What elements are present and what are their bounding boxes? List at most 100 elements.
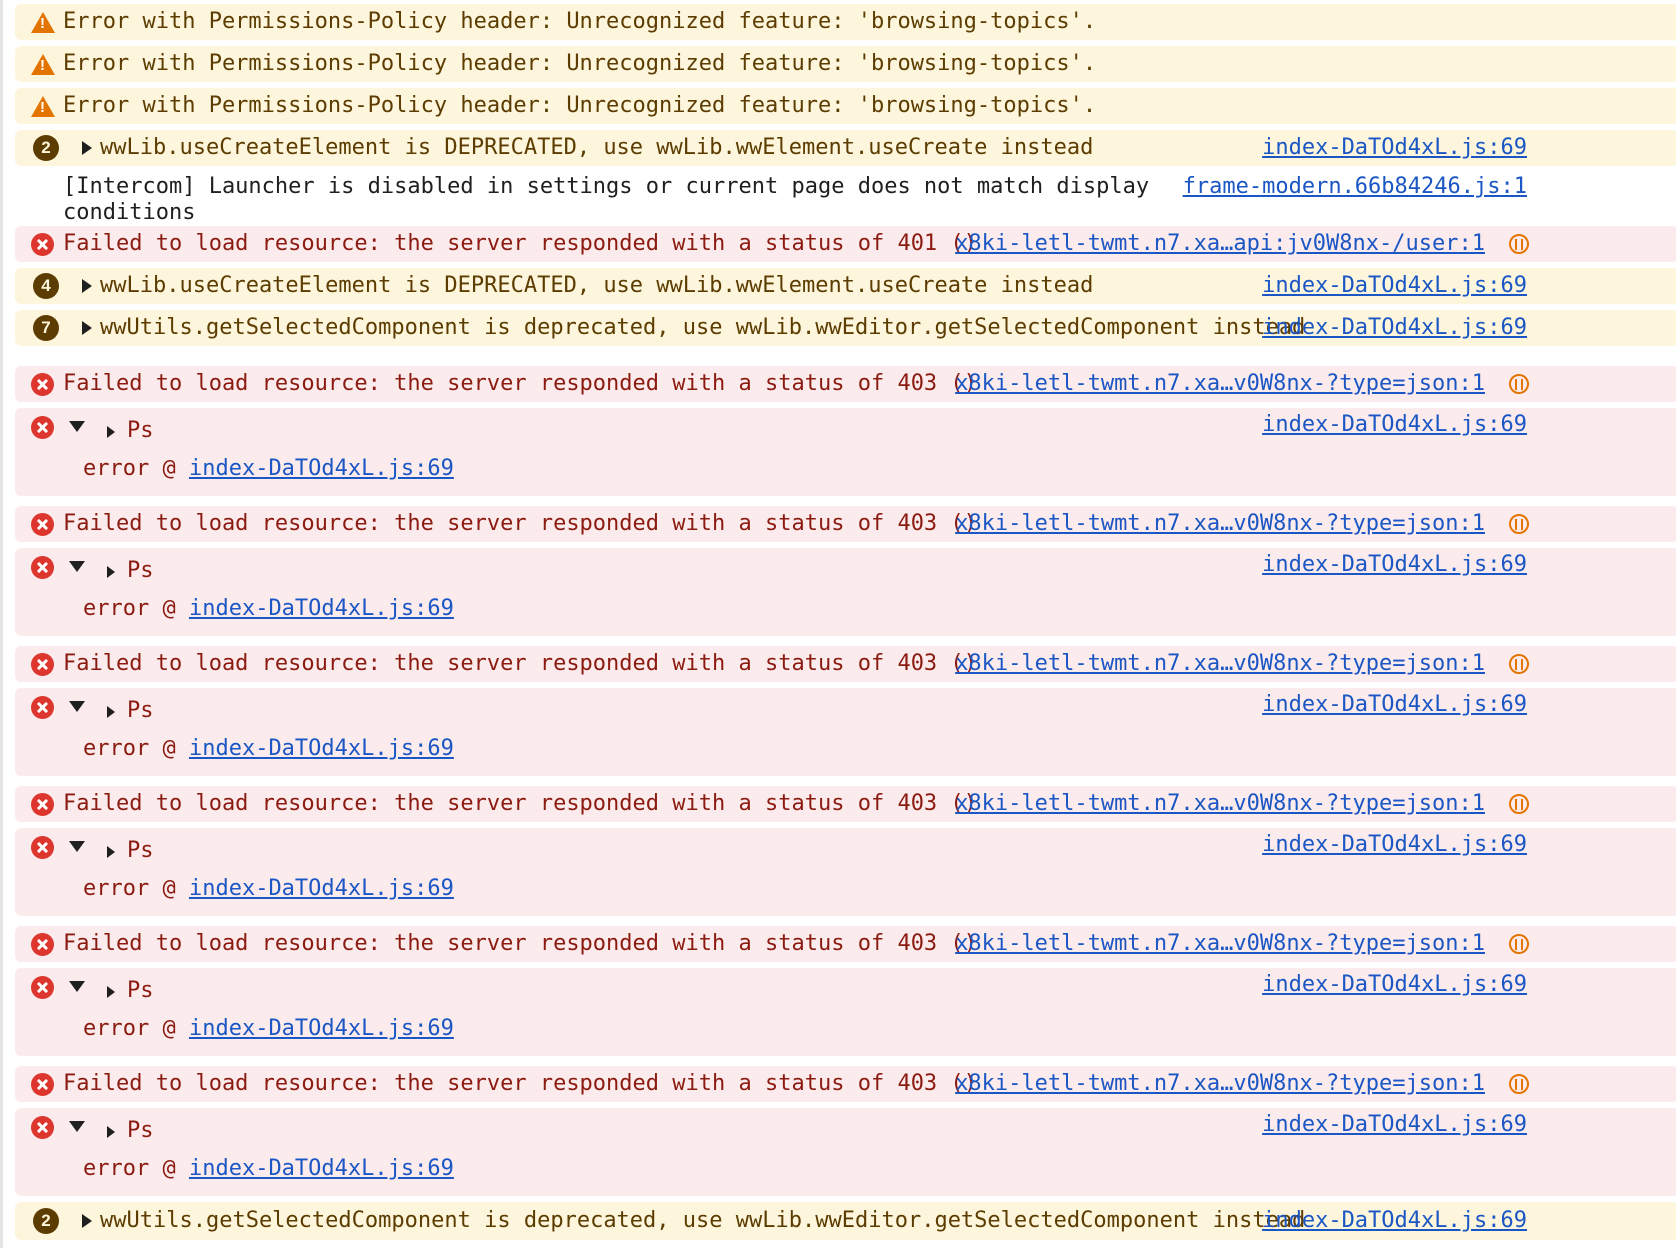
network-request-icon[interactable] [1509, 934, 1529, 954]
source-link[interactable]: index-DaTOd4xL.js:69 [1262, 1208, 1527, 1234]
warning-icon [31, 12, 55, 33]
source-link[interactable]: index-DaTOd4xL.js:69 [1262, 692, 1527, 718]
source-link[interactable]: x8ki-letl-twmt.n7.xa…api:jv0W8nx-/user:1 [955, 231, 1485, 257]
source-link[interactable]: x8ki-letl-twmt.n7.xa…v0W8nx-?type=json:1 [955, 651, 1485, 677]
stack-frame-link[interactable]: index-DaTOd4xL.js:69 [189, 456, 454, 481]
console-warning-group-row[interactable]: 2 wwLib.useCreateElement is DEPRECATED, … [15, 130, 1676, 166]
stack-frame-link[interactable]: index-DaTOd4xL.js:69 [189, 876, 454, 901]
error-message: Failed to load resource: the server resp… [63, 651, 977, 676]
console-error-row: Failed to load resource: the server resp… [15, 366, 1676, 402]
expand-arrow-icon[interactable] [82, 321, 92, 335]
console-error-expanded-row[interactable]: Ps index-DaTOd4xL.js:69 error @ index-Da… [15, 408, 1676, 496]
collapse-arrow-icon[interactable] [69, 1121, 85, 1132]
console-warning-group-row[interactable]: 7 wwUtils.getSelectedComponent is deprec… [15, 310, 1676, 346]
warning-message: wwUtils.getSelectedComponent is deprecat… [100, 315, 1306, 340]
warning-message: wwLib.useCreateElement is DEPRECATED, us… [100, 135, 1094, 160]
expand-object-icon[interactable] [107, 986, 115, 998]
error-icon [31, 836, 54, 859]
console-warning-row: Error with Permissions-Policy header: Un… [15, 46, 1676, 82]
warning-icon [31, 54, 55, 75]
network-request-icon[interactable] [1509, 234, 1529, 254]
collapse-arrow-icon[interactable] [69, 701, 85, 712]
source-link[interactable]: index-DaTOd4xL.js:69 [1262, 315, 1527, 341]
stack-frame-function: error @ [83, 596, 189, 621]
stack-frame-function: error @ [83, 876, 189, 901]
stack-frame-function: error @ [83, 1156, 189, 1181]
stack-frame: error @ index-DaTOd4xL.js:69 [83, 596, 454, 622]
expand-arrow-icon[interactable] [82, 141, 92, 155]
network-request-icon[interactable] [1509, 514, 1529, 534]
source-link[interactable]: x8ki-letl-twmt.n7.xa…v0W8nx-?type=json:1 [955, 511, 1485, 537]
source-link[interactable]: index-DaTOd4xL.js:69 [1262, 273, 1527, 299]
error-icon [31, 1073, 54, 1096]
error-icon [31, 793, 54, 816]
error-object-label: Ps [127, 558, 154, 583]
repeat-count-badge: 4 [33, 273, 59, 299]
error-object-label: Ps [127, 978, 154, 1003]
source-link[interactable]: frame-modern.66b84246.js:1 [1183, 174, 1527, 200]
stack-frame: error @ index-DaTOd4xL.js:69 [83, 456, 454, 482]
source-link[interactable]: index-DaTOd4xL.js:69 [1262, 552, 1527, 578]
console-warning-row: Error with Permissions-Policy header: Un… [15, 4, 1676, 40]
expand-object-icon[interactable] [107, 566, 115, 578]
warning-message: wwLib.useCreateElement is DEPRECATED, us… [100, 273, 1094, 298]
info-message-continued: conditions [63, 200, 196, 225]
stack-frame-link[interactable]: index-DaTOd4xL.js:69 [189, 736, 454, 761]
source-link[interactable]: x8ki-letl-twmt.n7.xa…v0W8nx-?type=json:1 [955, 371, 1485, 397]
stack-frame-link[interactable]: index-DaTOd4xL.js:69 [189, 596, 454, 621]
console-error-row: Failed to load resource: the server resp… [15, 506, 1676, 542]
stack-frame: error @ index-DaTOd4xL.js:69 [83, 1156, 454, 1182]
expand-arrow-icon[interactable] [82, 1214, 92, 1228]
source-link[interactable]: index-DaTOd4xL.js:69 [1262, 412, 1527, 438]
network-request-icon[interactable] [1509, 794, 1529, 814]
stack-frame-function: error @ [83, 456, 189, 481]
expand-object-icon[interactable] [107, 1126, 115, 1138]
stack-frame: error @ index-DaTOd4xL.js:69 [83, 736, 454, 762]
source-link[interactable]: x8ki-letl-twmt.n7.xa…v0W8nx-?type=json:1 [955, 931, 1485, 957]
error-icon [31, 233, 54, 256]
stack-frame-function: error @ [83, 1016, 189, 1041]
console-error-expanded-row[interactable]: Ps index-DaTOd4xL.js:69 error @ index-Da… [15, 688, 1676, 776]
console-error-expanded-row[interactable]: Ps index-DaTOd4xL.js:69 error @ index-Da… [15, 828, 1676, 916]
stack-frame-function: error @ [83, 736, 189, 761]
error-icon [31, 513, 54, 536]
console-error-expanded-row[interactable]: Ps index-DaTOd4xL.js:69 error @ index-Da… [15, 1108, 1676, 1196]
source-link[interactable]: x8ki-letl-twmt.n7.xa…v0W8nx-?type=json:1 [955, 791, 1485, 817]
source-link[interactable]: index-DaTOd4xL.js:69 [1262, 832, 1527, 858]
error-object-label: Ps [127, 418, 154, 443]
collapse-arrow-icon[interactable] [69, 981, 85, 992]
warning-message: Error with Permissions-Policy header: Un… [63, 9, 1097, 34]
console-error-row: Failed to load resource: the server resp… [15, 646, 1676, 682]
expand-object-icon[interactable] [107, 846, 115, 858]
collapse-arrow-icon[interactable] [69, 421, 85, 432]
error-icon [31, 1116, 54, 1139]
source-link[interactable]: x8ki-letl-twmt.n7.xa…v0W8nx-?type=json:1 [955, 1071, 1485, 1097]
collapse-arrow-icon[interactable] [69, 841, 85, 852]
source-link[interactable]: index-DaTOd4xL.js:69 [1262, 1112, 1527, 1138]
warning-message: wwUtils.getSelectedComponent is deprecat… [100, 1208, 1306, 1233]
repeat-count-badge: 2 [33, 135, 59, 161]
console-error-expanded-row[interactable]: Ps index-DaTOd4xL.js:69 error @ index-Da… [15, 548, 1676, 636]
source-link[interactable]: index-DaTOd4xL.js:69 [1262, 135, 1527, 161]
stack-frame-link[interactable]: index-DaTOd4xL.js:69 [189, 1016, 454, 1041]
error-icon [31, 373, 54, 396]
console-error-row: Failed to load resource: the server resp… [15, 1066, 1676, 1102]
expand-object-icon[interactable] [107, 706, 115, 718]
network-request-icon[interactable] [1509, 1074, 1529, 1094]
error-icon [31, 976, 54, 999]
console-error-expanded-row[interactable]: Ps index-DaTOd4xL.js:69 error @ index-Da… [15, 968, 1676, 1056]
stack-frame-link[interactable]: index-DaTOd4xL.js:69 [189, 1156, 454, 1181]
error-message: Failed to load resource: the server resp… [63, 231, 977, 256]
expand-object-icon[interactable] [107, 426, 115, 438]
network-request-icon[interactable] [1509, 654, 1529, 674]
error-object-label: Ps [127, 838, 154, 863]
warning-icon [31, 96, 55, 117]
console-warning-group-row[interactable]: 2 wwUtils.getSelectedComponent is deprec… [15, 1202, 1676, 1240]
network-request-icon[interactable] [1509, 374, 1529, 394]
console-warning-row: Error with Permissions-Policy header: Un… [15, 88, 1676, 124]
console-warning-group-row[interactable]: 4 wwLib.useCreateElement is DEPRECATED, … [15, 268, 1676, 304]
expand-arrow-icon[interactable] [82, 279, 92, 293]
collapse-arrow-icon[interactable] [69, 561, 85, 572]
error-icon [31, 653, 54, 676]
source-link[interactable]: index-DaTOd4xL.js:69 [1262, 972, 1527, 998]
